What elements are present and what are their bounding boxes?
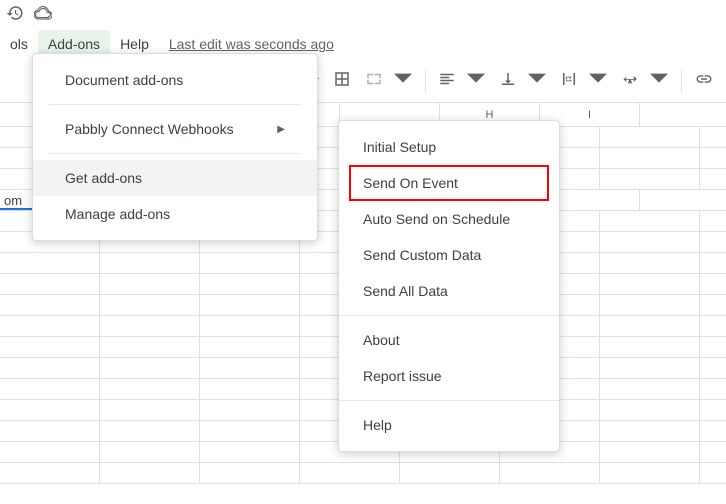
cell[interactable] — [100, 337, 200, 357]
menu-pabbly-connect[interactable]: Pabbly Connect Webhooks ▶ — [33, 111, 317, 147]
menu-document-addons[interactable]: Document add-ons — [33, 62, 317, 98]
cell[interactable] — [0, 358, 100, 378]
cell[interactable] — [100, 442, 200, 462]
addons-menu: Document add-ons Pabbly Connect Webhooks… — [32, 53, 318, 241]
submenu-send-custom[interactable]: Send Custom Data — [339, 237, 559, 273]
cell[interactable] — [400, 463, 500, 483]
cell[interactable] — [200, 253, 300, 273]
history-icon[interactable] — [6, 4, 24, 25]
submenu-send-all[interactable]: Send All Data — [339, 273, 559, 309]
cell[interactable] — [200, 442, 300, 462]
menu-separator — [339, 315, 559, 316]
cell[interactable] — [600, 232, 700, 252]
submenu-about[interactable]: About — [339, 322, 559, 358]
menu-item-label: Manage add-ons — [65, 206, 170, 222]
cell[interactable] — [500, 463, 600, 483]
submenu-initial-setup[interactable]: Initial Setup — [339, 129, 559, 165]
cell[interactable] — [100, 295, 200, 315]
cell[interactable] — [100, 463, 200, 483]
chevron-down-icon[interactable] — [589, 70, 607, 91]
cell[interactable] — [100, 421, 200, 441]
cell[interactable] — [600, 211, 700, 231]
submenu-auto-send[interactable]: Auto Send on Schedule — [339, 201, 559, 237]
submenu-report-issue[interactable]: Report issue — [339, 358, 559, 394]
chevron-down-icon[interactable] — [650, 70, 668, 91]
vertical-align-button[interactable] — [499, 70, 517, 91]
chevron-down-icon[interactable] — [528, 70, 546, 91]
cell[interactable] — [200, 337, 300, 357]
cell[interactable] — [100, 274, 200, 294]
cell[interactable] — [600, 421, 700, 441]
cell[interactable] — [0, 337, 100, 357]
last-edit-link[interactable]: Last edit was seconds ago — [159, 36, 334, 52]
submenu-arrow-icon: ▶ — [277, 124, 285, 135]
cell[interactable] — [600, 337, 700, 357]
toolbar-divider — [425, 70, 426, 92]
cell[interactable] — [0, 421, 100, 441]
cell[interactable] — [600, 169, 700, 189]
cell[interactable] — [200, 295, 300, 315]
cell[interactable] — [200, 421, 300, 441]
submenu-help[interactable]: Help — [339, 407, 559, 443]
chevron-down-icon[interactable] — [394, 70, 412, 91]
cell[interactable] — [600, 295, 700, 315]
cell[interactable] — [600, 316, 700, 336]
submenu-send-on-event[interactable]: Send On Event — [349, 165, 549, 201]
cell[interactable] — [600, 253, 700, 273]
cell[interactable] — [200, 463, 300, 483]
cell[interactable] — [600, 400, 700, 420]
menu-item-label: Get add-ons — [65, 170, 142, 186]
cell[interactable] — [100, 253, 200, 273]
toolbar-divider — [681, 70, 682, 92]
cell[interactable] — [200, 379, 300, 399]
table-row — [0, 463, 726, 484]
horizontal-align-button[interactable] — [438, 70, 456, 91]
cell[interactable] — [0, 400, 100, 420]
menu-separator — [339, 400, 559, 401]
cell[interactable] — [0, 379, 100, 399]
title-icons — [0, 0, 726, 29]
cell[interactable] — [0, 463, 100, 483]
cell[interactable] — [600, 442, 700, 462]
cell[interactable] — [600, 274, 700, 294]
merge-cells-button[interactable] — [365, 70, 383, 91]
cell[interactable] — [100, 316, 200, 336]
cell[interactable] — [100, 400, 200, 420]
cell[interactable] — [300, 463, 400, 483]
borders-button[interactable] — [333, 70, 351, 91]
menu-separator — [49, 104, 301, 105]
cell[interactable] — [600, 463, 700, 483]
text-rotation-button[interactable] — [621, 70, 639, 91]
menu-get-addons[interactable]: Get add-ons — [33, 160, 317, 196]
cell[interactable] — [600, 358, 700, 378]
text-wrap-button[interactable] — [560, 70, 578, 91]
cell[interactable] — [100, 379, 200, 399]
menu-item-label: Pabbly Connect Webhooks — [65, 121, 234, 137]
cell[interactable] — [200, 400, 300, 420]
cell[interactable] — [0, 253, 100, 273]
cell[interactable] — [0, 442, 100, 462]
cell[interactable] — [0, 295, 100, 315]
menu-separator — [49, 153, 301, 154]
cell[interactable] — [600, 127, 700, 147]
insert-link-button[interactable] — [695, 70, 713, 91]
menu-manage-addons[interactable]: Manage add-ons — [33, 196, 317, 232]
cell[interactable] — [0, 316, 100, 336]
cell[interactable] — [200, 316, 300, 336]
cell[interactable] — [200, 358, 300, 378]
menu-item-label: Document add-ons — [65, 72, 183, 88]
cloud-icon[interactable] — [34, 4, 52, 25]
cell[interactable] — [200, 274, 300, 294]
pabbly-submenu: Initial Setup Send On Event Auto Send on… — [338, 120, 560, 452]
chevron-down-icon[interactable] — [467, 70, 485, 91]
cell[interactable] — [0, 274, 100, 294]
cell[interactable] — [600, 148, 700, 168]
cell[interactable] — [600, 379, 700, 399]
cell[interactable] — [100, 358, 200, 378]
